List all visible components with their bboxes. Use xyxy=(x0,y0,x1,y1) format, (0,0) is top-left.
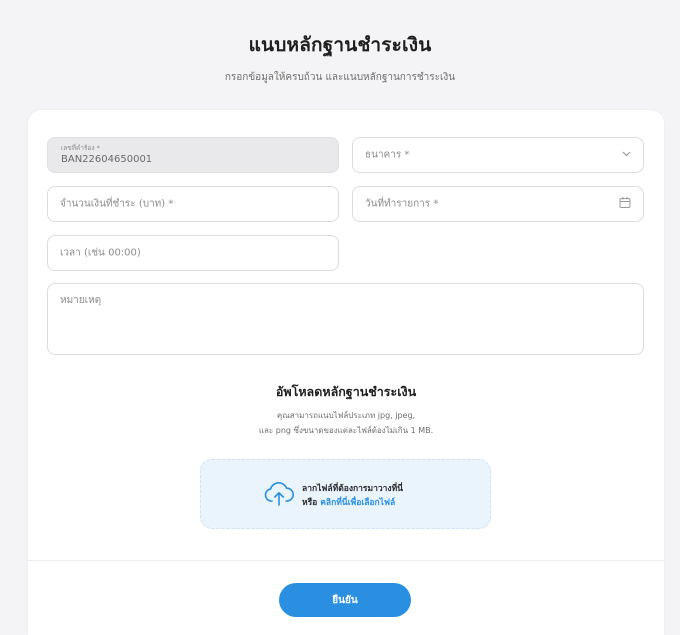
confirm-button[interactable]: ยืนยัน xyxy=(279,583,411,617)
reference-number-field: เลขที่คำร้อง * BAN22604650001 xyxy=(47,137,339,173)
cloud-upload-icon xyxy=(264,481,294,511)
upload-description-line-1: คุณสามารถแนบไฟล์ประเภท jpg, jpeg, xyxy=(276,411,416,420)
chevron-down-icon xyxy=(622,150,631,160)
browse-file-link[interactable]: คลิกที่นี่เพื่อเลือกไฟล์ xyxy=(320,498,395,508)
calendar-icon[interactable] xyxy=(619,197,631,212)
time-field[interactable]: เวลา (เช่น 00:00) xyxy=(47,235,339,271)
upload-description-line-2: และ png ซึ่งขนาดของแต่ละไฟล์ต้องไม่เกิน … xyxy=(258,426,434,435)
footer-divider xyxy=(28,560,664,561)
reference-number-label: เลขที่คำร้อง * xyxy=(61,144,100,152)
note-textarea[interactable] xyxy=(47,283,644,355)
bank-select[interactable]: ธนาคาร * xyxy=(352,137,644,173)
upload-description: คุณสามารถแนบไฟล์ประเภท jpg, jpeg, และ pn… xyxy=(28,408,664,438)
amount-field[interactable]: จำนวนเงินที่ชำระ (บาท) * xyxy=(47,186,339,222)
page-header: แนบหลักฐานชำระเงิน กรอกข้อมูลให้ครบถ้วน … xyxy=(0,30,680,85)
amount-placeholder: จำนวนเงินที่ชำระ (บาท) * xyxy=(60,198,174,210)
bank-select-placeholder: ธนาคาร * xyxy=(365,149,410,161)
dropzone-drag-text: ลากไฟล์ที่ต้องการมาวางที่นี่ xyxy=(302,484,403,494)
payment-proof-form: เลขที่คำร้อง * BAN22604650001 ธนาคาร * จ… xyxy=(28,110,664,635)
upload-title: อัพโหลดหลักฐานชำระเงิน xyxy=(275,384,417,399)
transaction-date-placeholder: วันที่ทำรายการ * xyxy=(365,198,439,210)
page-title: แนบหลักฐานชำระเงิน xyxy=(248,34,432,56)
transaction-date-field[interactable]: วันที่ทำรายการ * xyxy=(352,186,644,222)
reference-number-value: BAN22604650001 xyxy=(61,154,153,165)
time-placeholder: เวลา (เช่น 00:00) xyxy=(60,247,141,259)
dropzone-browse-line: หรือ คลิกที่นี่เพื่อเลือกไฟล์ xyxy=(302,496,403,510)
dropzone-text: ลากไฟล์ที่ต้องการมาวางที่นี่ หรือ คลิกที… xyxy=(302,482,403,510)
page-subtitle: กรอกข้อมูลให้ครบถ้วน และแนบหลักฐานการชำร… xyxy=(224,72,456,83)
dropzone-or-text: หรือ xyxy=(302,498,318,508)
file-dropzone[interactable]: ลากไฟล์ที่ต้องการมาวางที่นี่ หรือ คลิกที… xyxy=(200,459,491,529)
